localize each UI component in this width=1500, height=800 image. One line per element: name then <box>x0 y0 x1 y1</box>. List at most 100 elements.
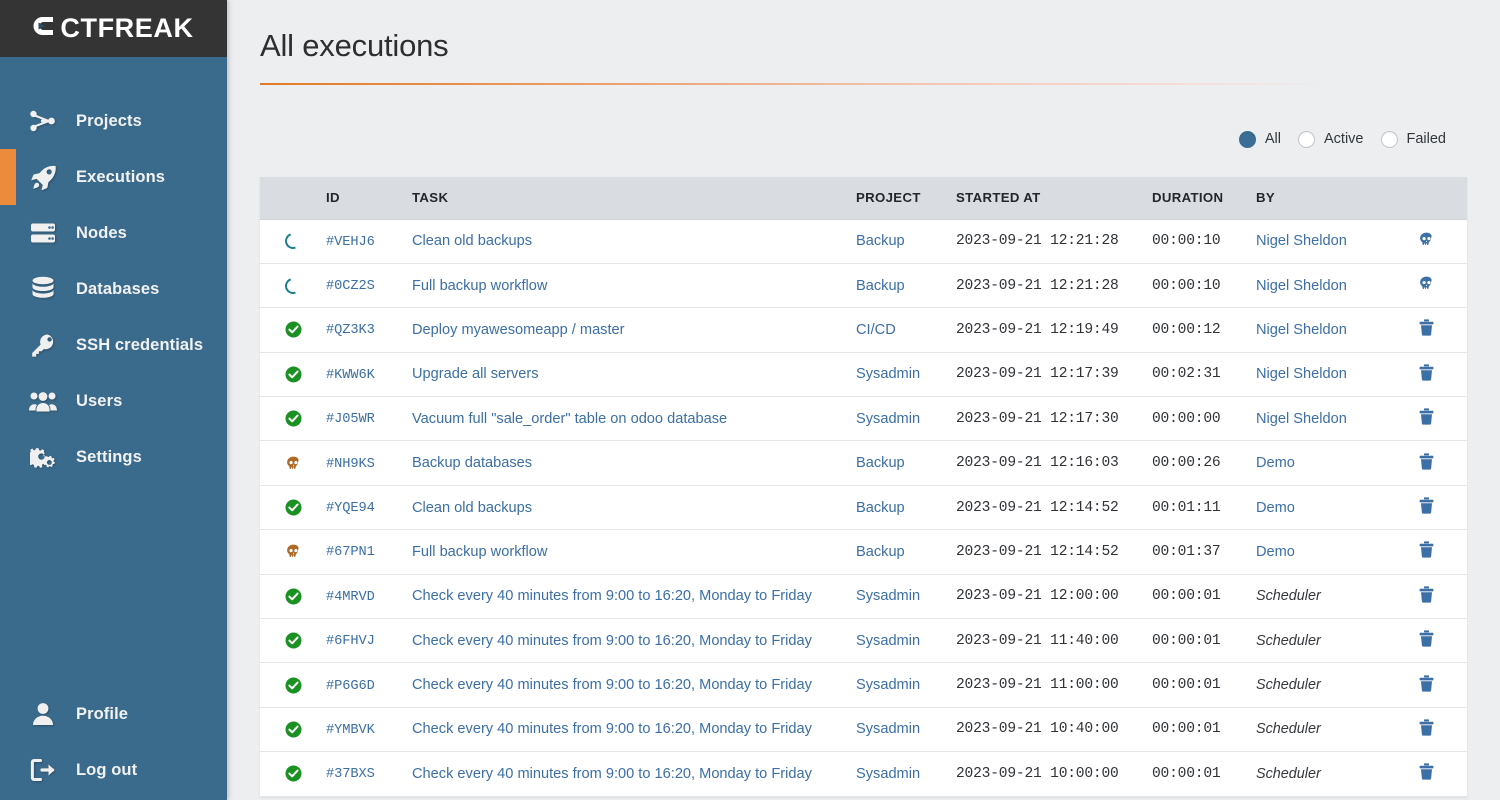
sidebar-item-users[interactable]: Users <box>0 373 227 429</box>
trash-icon[interactable] <box>1419 630 1434 647</box>
cell-task[interactable]: Vacuum full "sale_order" table on odoo d… <box>412 396 856 442</box>
cell-id[interactable]: #37BXS <box>326 751 412 797</box>
task-link[interactable]: Vacuum full "sale_order" table on odoo d… <box>412 411 727 427</box>
cell-by-link[interactable]: Nigel Sheldon <box>1256 322 1347 338</box>
delete-execution-button[interactable] <box>1419 586 1434 603</box>
cell-id[interactable]: #P6G6D <box>326 662 412 708</box>
execution-id-link[interactable]: #P6G6D <box>326 679 375 694</box>
task-link[interactable]: Check every 40 minutes from 9:00 to 16:2… <box>412 677 812 693</box>
execution-id-link[interactable]: #VEHJ6 <box>326 235 375 250</box>
cell-task[interactable]: Backup databases <box>412 440 856 486</box>
cell-by-link[interactable]: Nigel Sheldon <box>1256 278 1347 294</box>
table-row[interactable]: #YMBVK Check every 40 minutes from 9:00 t… <box>260 707 1467 753</box>
cell-actions[interactable] <box>1386 529 1467 575</box>
sidebar-item-profile[interactable]: Profile <box>0 686 227 742</box>
cell-by-link[interactable]: Nigel Sheldon <box>1256 411 1347 427</box>
project-link[interactable]: Sysadmin <box>856 366 920 382</box>
task-link[interactable]: Deploy myawesomeapp / master <box>412 322 625 338</box>
table-row[interactable]: #YQE94 Clean old backups Backup 2023-09-21 … <box>260 485 1467 531</box>
task-link[interactable]: Full backup workflow <box>412 544 547 560</box>
col-header-task[interactable]: TASK <box>412 177 856 220</box>
delete-execution-button[interactable] <box>1419 719 1434 736</box>
sidebar-item-executions[interactable]: Executions <box>0 149 227 205</box>
cell-project[interactable]: Backup <box>856 263 956 309</box>
trash-icon[interactable] <box>1419 408 1434 425</box>
col-header-id[interactable]: ID <box>326 177 412 220</box>
table-row[interactable]: #KWW6K Upgrade all servers Sysadmin 2023-09… <box>260 352 1467 398</box>
cell-project[interactable]: Backup <box>856 485 956 531</box>
project-link[interactable]: Sysadmin <box>856 721 920 737</box>
trash-icon[interactable] <box>1419 586 1434 603</box>
cell-id[interactable]: #YQE94 <box>326 485 412 531</box>
cell-id[interactable]: #4MRVD <box>326 574 412 620</box>
task-link[interactable]: Upgrade all servers <box>412 366 539 382</box>
execution-id-link[interactable]: #NH9KS <box>326 457 375 472</box>
brand-logo[interactable]: CTFREAK <box>0 0 227 57</box>
sidebar-item-nodes[interactable]: Nodes <box>0 205 227 261</box>
cell-task[interactable]: Deploy myawesomeapp / master <box>412 307 856 353</box>
table-row[interactable]: #0CZ2S Full backup workflow Backup 2023-09-… <box>260 263 1467 309</box>
cell-actions[interactable] <box>1386 219 1467 264</box>
cell-project[interactable]: Backup <box>856 529 956 575</box>
execution-id-link[interactable]: #J05WR <box>326 412 375 427</box>
cell-actions[interactable] <box>1386 440 1467 486</box>
cell-project[interactable]: Sysadmin <box>856 662 956 708</box>
delete-execution-button[interactable] <box>1419 763 1434 780</box>
cell-task[interactable]: Check every 40 minutes from 9:00 to 16:2… <box>412 707 856 753</box>
col-header-by[interactable]: BY <box>1256 177 1386 220</box>
kill-execution-button[interactable] <box>1419 276 1434 291</box>
project-link[interactable]: Backup <box>856 278 905 294</box>
radio-indicator[interactable] <box>1380 130 1398 148</box>
task-link[interactable]: Clean old backups <box>412 233 532 249</box>
cell-project[interactable]: Sysadmin <box>856 751 956 797</box>
table-row[interactable]: #6FHVJ Check every 40 minutes from 9:00 t… <box>260 618 1467 664</box>
cell-project[interactable]: Sysadmin <box>856 574 956 620</box>
radio-indicator[interactable] <box>1298 130 1315 148</box>
delete-execution-button[interactable] <box>1419 319 1434 337</box>
cell-id[interactable]: #QZ3K3 <box>326 307 412 353</box>
table-row[interactable]: #VEHJ6 Clean old backups Backup 2023-09-21 … <box>260 219 1467 264</box>
cell-task[interactable]: Upgrade all servers <box>412 352 856 398</box>
project-link[interactable]: Sysadmin <box>856 677 920 693</box>
cell-actions[interactable] <box>1386 352 1467 398</box>
sidebar-item-databases[interactable]: Databases <box>0 261 227 317</box>
delete-execution-button[interactable] <box>1419 497 1434 514</box>
project-link[interactable]: Sysadmin <box>856 411 920 427</box>
execution-id-link[interactable]: #QZ3K3 <box>326 323 375 338</box>
sidebar-item-ssh-credentials[interactable]: SSH credentials <box>0 317 227 373</box>
cell-actions[interactable] <box>1386 574 1467 620</box>
col-header-project[interactable]: PROJECT <box>856 177 956 220</box>
delete-execution-button[interactable] <box>1419 364 1434 381</box>
cell-project[interactable]: Sysadmin <box>856 707 956 753</box>
sidebar-item-projects[interactable]: Projects <box>0 93 227 149</box>
table-row[interactable]: #P6G6D Check every 40 minutes from 9:00 t… <box>260 662 1467 708</box>
cell-task[interactable]: Full backup workflow <box>412 529 856 575</box>
filter-radio-failed[interactable]: Failed <box>1380 130 1453 148</box>
cell-task[interactable]: Clean old backups <box>412 219 856 264</box>
task-link[interactable]: Backup databases <box>412 455 532 471</box>
sidebar-item-logout[interactable]: Log out <box>0 742 227 798</box>
cell-project[interactable]: Sysadmin <box>856 618 956 664</box>
cell-actions[interactable] <box>1386 707 1467 753</box>
trash-icon[interactable] <box>1419 453 1434 470</box>
project-link[interactable]: Backup <box>856 233 905 249</box>
table-row[interactable]: #4MRVD Check every 40 minutes from 9:00 t… <box>260 574 1467 620</box>
project-link[interactable]: Backup <box>856 455 905 471</box>
filter-radio-all[interactable]: All <box>1238 130 1287 148</box>
project-link[interactable]: Sysadmin <box>856 766 920 782</box>
col-header-started-at[interactable]: STARTED AT <box>956 177 1152 220</box>
cell-actions[interactable] <box>1386 396 1467 442</box>
table-row[interactable]: #J05WR Vacuum full "sale_order" table on … <box>260 396 1467 442</box>
delete-execution-button[interactable] <box>1419 453 1434 470</box>
cell-actions[interactable] <box>1386 485 1467 531</box>
cell-actions[interactable] <box>1386 751 1467 797</box>
cell-actions[interactable] <box>1386 662 1467 708</box>
cell-project[interactable]: Sysadmin <box>856 396 956 442</box>
table-row[interactable]: #QZ3K3 Deploy myawesomeapp / master CI/CD 2… <box>260 307 1467 353</box>
trash-icon[interactable] <box>1419 364 1434 381</box>
cell-project[interactable]: CI/CD <box>856 307 956 353</box>
cell-by-link[interactable]: Nigel Sheldon <box>1256 233 1347 249</box>
cell-actions[interactable] <box>1386 263 1467 309</box>
project-link[interactable]: Backup <box>856 500 905 516</box>
task-link[interactable]: Check every 40 minutes from 9:00 to 16:2… <box>412 721 812 737</box>
